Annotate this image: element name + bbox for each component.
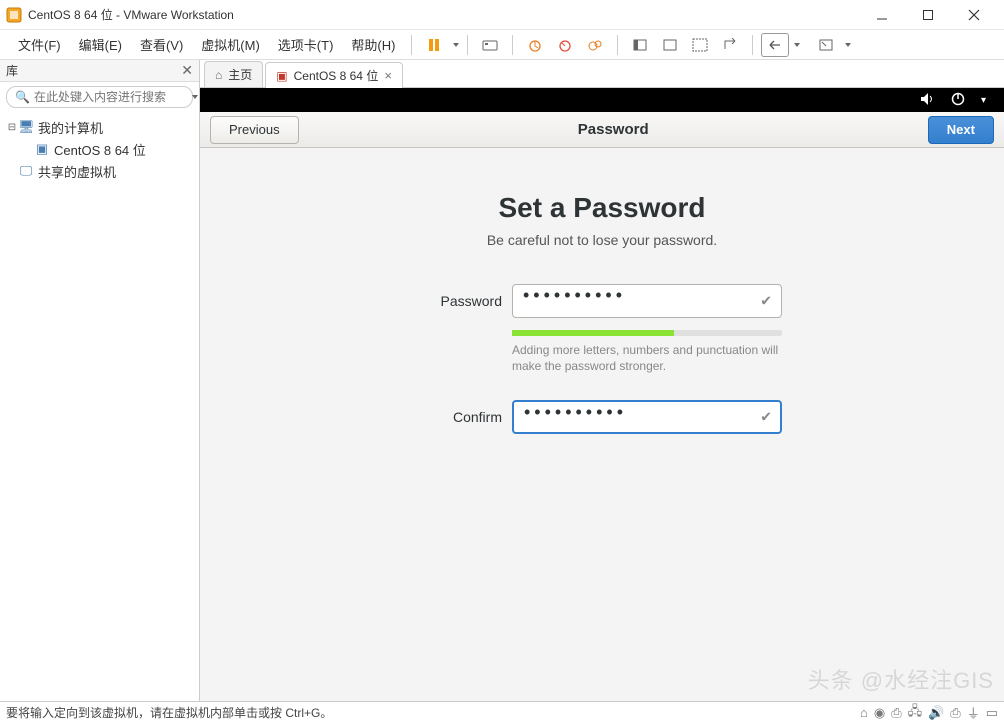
menubar: 文件(F) 编辑(E) 查看(V) 虚拟机(M) 选项卡(T) 帮助(H) xyxy=(0,30,1004,60)
tab-label: 主页 xyxy=(228,66,252,83)
sidebar-header: 库 ✕ xyxy=(0,60,199,82)
view-console-button[interactable] xyxy=(656,33,684,57)
installer-body: Previous Password Next Set a Password Be… xyxy=(200,112,1004,701)
maximize-button[interactable] xyxy=(914,5,942,25)
check-icon: ✔ xyxy=(760,409,772,426)
usb-icon[interactable]: ⏚ xyxy=(967,703,980,722)
strength-meter xyxy=(512,330,782,336)
vm-icon: ▣ xyxy=(276,69,287,83)
dropdown-icon[interactable] xyxy=(794,43,800,47)
tree-label: 我的计算机 xyxy=(38,118,103,137)
search-input[interactable] xyxy=(34,90,189,104)
view-unity-button[interactable] xyxy=(716,33,744,57)
window-title: CentOS 8 64 位 - VMware Workstation xyxy=(28,6,868,23)
content-area: ⌂ 主页 ▣ CentOS 8 64 位 × ▾ Previous xyxy=(200,60,1004,701)
password-row: Password •••••••••• ✔ xyxy=(422,284,782,318)
vm-display[interactable]: ▾ Previous Password Next Set a Password … xyxy=(200,88,1004,701)
statusbar: 要将输入定向到该虚拟机，请在虚拟机内部单击或按 Ctrl+G。 ⌂ ◉ ⎙ 🖧 … xyxy=(0,701,1004,723)
gnome-topbar: ▾ xyxy=(200,88,1004,112)
revert-button[interactable] xyxy=(551,33,579,57)
confirm-label: Confirm xyxy=(422,409,502,425)
separator xyxy=(512,35,513,55)
subtitle: Be careful not to lose your password. xyxy=(487,232,717,248)
tree-label: CentOS 8 64 位 xyxy=(54,140,146,159)
password-label: Password xyxy=(422,293,502,309)
tab-vm-centos[interactable]: ▣ CentOS 8 64 位 × xyxy=(265,62,403,88)
manage-snapshots-button[interactable] xyxy=(581,33,609,57)
page-title: Password xyxy=(578,121,649,138)
menu-view[interactable]: 查看(V) xyxy=(132,31,191,58)
sound-icon[interactable]: 🔊 xyxy=(928,705,944,721)
tab-home[interactable]: ⌂ 主页 xyxy=(204,61,263,87)
minimize-button[interactable] xyxy=(868,5,896,25)
separator xyxy=(752,35,753,55)
password-input[interactable]: •••••••••• xyxy=(512,284,782,318)
chevron-down-icon[interactable]: ▾ xyxy=(981,95,986,106)
tabbar: ⌂ 主页 ▣ CentOS 8 64 位 × xyxy=(200,60,1004,88)
installer-header: Previous Password Next xyxy=(200,112,1004,148)
tree-node-shared[interactable]: 🖵 共享的虚拟机 xyxy=(6,160,193,182)
search-box[interactable]: 🔍 xyxy=(6,86,193,108)
send-ctrl-alt-del-button[interactable] xyxy=(476,33,504,57)
volume-icon[interactable] xyxy=(919,92,935,109)
view-single-button[interactable] xyxy=(626,33,654,57)
sidebar-close-button[interactable]: ✕ xyxy=(181,62,193,79)
app-icon xyxy=(6,7,22,23)
printer-icon[interactable]: ⎙ xyxy=(950,705,960,721)
tree-node-my-computer[interactable]: ⊟ 🖥 我的计算机 xyxy=(6,116,193,138)
tab-close-button[interactable]: × xyxy=(384,68,392,83)
cd-icon[interactable]: ◉ xyxy=(874,705,885,721)
collapse-icon[interactable]: ⊟ xyxy=(6,122,18,133)
password-form: Set a Password Be careful not to lose yo… xyxy=(200,148,1004,442)
separator xyxy=(617,35,618,55)
dropdown-icon[interactable] xyxy=(845,43,851,47)
separator xyxy=(411,35,412,55)
dropdown-icon[interactable] xyxy=(453,43,459,47)
floppy-icon[interactable]: ⎙ xyxy=(891,705,901,721)
confirm-row: Confirm •••••••••• ✔ xyxy=(422,400,782,434)
snapshot-button[interactable] xyxy=(521,33,549,57)
view-fullscreen-button[interactable] xyxy=(686,33,714,57)
separator xyxy=(467,35,468,55)
confirm-input[interactable]: •••••••••• xyxy=(512,400,782,434)
heading: Set a Password xyxy=(499,192,706,224)
search-icon: 🔍 xyxy=(15,90,30,104)
next-button[interactable]: Next xyxy=(928,116,994,144)
library-tree: ⊟ 🖥 我的计算机 ▣ CentOS 8 64 位 🖵 共享的虚拟机 xyxy=(0,112,199,186)
sidebar-title: 库 xyxy=(6,62,18,79)
power-icon[interactable] xyxy=(951,92,965,109)
computer-icon: 🖥 xyxy=(18,119,34,135)
status-message: 要将输入定向到该虚拟机，请在虚拟机内部单击或按 Ctrl+G。 xyxy=(6,704,332,721)
close-button[interactable] xyxy=(960,5,988,25)
menu-vm[interactable]: 虚拟机(M) xyxy=(193,31,268,58)
network-icon[interactable]: 🖧 xyxy=(908,702,923,724)
shared-icon: 🖵 xyxy=(18,163,34,179)
menu-edit[interactable]: 编辑(E) xyxy=(71,31,130,58)
titlebar: CentOS 8 64 位 - VMware Workstation xyxy=(0,0,1004,30)
tab-label: CentOS 8 64 位 xyxy=(294,67,379,84)
library-sidebar: 库 ✕ 🔍 ⊟ 🖥 我的计算机 ▣ CentOS 8 64 位 🖵 共享的虚拟机 xyxy=(0,60,200,701)
home-icon: ⌂ xyxy=(215,68,222,82)
previous-button[interactable]: Previous xyxy=(210,116,299,144)
disk-icon[interactable]: ⌂ xyxy=(860,705,868,720)
stretch-button[interactable] xyxy=(812,33,840,57)
password-hint: Adding more letters, numbers and punctua… xyxy=(512,342,782,374)
menu-tabs[interactable]: 选项卡(T) xyxy=(270,31,342,58)
check-icon: ✔ xyxy=(760,293,772,310)
vm-icon: ▣ xyxy=(34,141,50,157)
menu-help[interactable]: 帮助(H) xyxy=(343,31,403,58)
status-icons: ⌂ ◉ ⎙ 🖧 🔊 ⎙ ⏚ ▭ xyxy=(860,702,998,724)
tree-label: 共享的虚拟机 xyxy=(38,162,116,181)
message-icon[interactable]: ▭ xyxy=(986,705,998,721)
menu-file[interactable]: 文件(F) xyxy=(10,31,69,58)
pause-button[interactable] xyxy=(420,33,448,57)
dropdown-icon[interactable] xyxy=(192,95,198,99)
quick-switch-button[interactable] xyxy=(761,33,789,57)
tree-node-centos[interactable]: ▣ CentOS 8 64 位 xyxy=(6,138,193,160)
